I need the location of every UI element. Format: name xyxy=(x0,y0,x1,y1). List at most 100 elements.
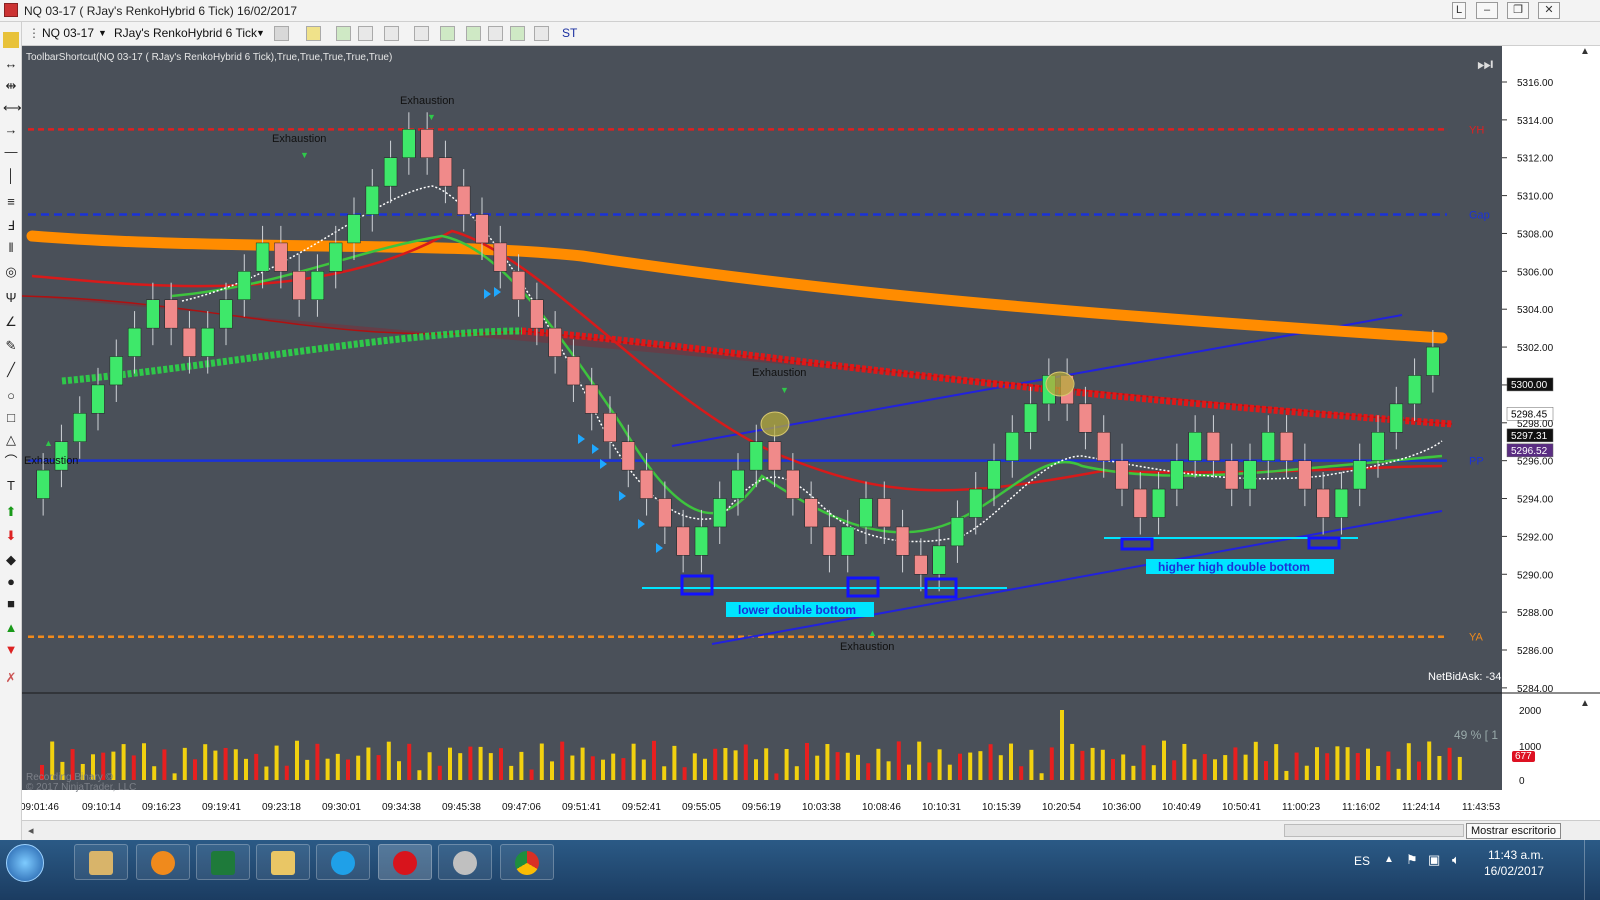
arrow-down-icon[interactable]: ⬇ xyxy=(3,528,19,544)
volume-bar xyxy=(335,753,340,780)
candle-body xyxy=(676,526,690,556)
slash-line-icon[interactable]: ╱ xyxy=(3,362,19,378)
minimize-button[interactable]: – xyxy=(1476,2,1498,19)
vertical-line-icon[interactable]: │ xyxy=(3,168,19,184)
chevron-down-icon[interactable]: ▼ xyxy=(98,28,107,38)
volume-bar xyxy=(1437,755,1442,780)
exhaustion-arrow: ▼ xyxy=(427,112,436,122)
ruler-icon[interactable]: ↔ xyxy=(3,56,19,72)
instrument-selector[interactable]: NQ 03-17 xyxy=(42,26,94,40)
taskbar-skype[interactable] xyxy=(316,844,370,880)
ray-icon[interactable]: → xyxy=(3,122,19,138)
chart-area[interactable]: YH Gap PP YA Exhaustion Exhaustion Exhaustion… xyxy=(22,46,1600,840)
scroll-left-icon[interactable]: ◂ xyxy=(28,824,34,837)
snapshot-icon[interactable] xyxy=(488,26,503,41)
volume-bar xyxy=(1100,749,1105,780)
candle-body xyxy=(658,498,672,528)
properties-icon[interactable] xyxy=(414,26,429,41)
volume-bar xyxy=(203,744,208,780)
taskbar-firefox[interactable] xyxy=(136,844,190,880)
volume-bar xyxy=(182,747,187,780)
signal-triangle xyxy=(619,491,626,501)
dollar-icon[interactable] xyxy=(510,26,525,41)
triangle-down-icon[interactable]: ▼ xyxy=(3,642,19,658)
volume-bar xyxy=(845,752,850,780)
start-button[interactable] xyxy=(6,844,44,882)
gann-icon[interactable]: ‖ xyxy=(3,240,19,256)
ninjatrader-app-icon xyxy=(4,3,18,17)
select-cursor-icon[interactable] xyxy=(384,26,399,41)
strategies-icon[interactable] xyxy=(466,26,481,41)
indicators-icon[interactable] xyxy=(440,26,455,41)
remove-drawings-icon[interactable]: ✗ xyxy=(3,670,19,686)
dot-icon[interactable]: ● xyxy=(3,574,19,590)
chevron-down-icon[interactable]: ▼ xyxy=(256,28,265,38)
zoom-in-icon[interactable] xyxy=(336,26,351,41)
horizontal-line-icon[interactable]: — xyxy=(3,144,19,160)
text-icon[interactable]: T xyxy=(3,478,19,494)
link-icon[interactable]: L xyxy=(1452,2,1466,19)
price-badge-label: 5297.31 xyxy=(1511,431,1548,442)
taskbar-opera[interactable] xyxy=(378,844,432,880)
target-icon[interactable]: ◎ xyxy=(3,264,19,280)
pencil-icon[interactable]: ✎ xyxy=(3,338,19,354)
collapse-panel-icon[interactable]: ▲ xyxy=(1580,46,1590,57)
show-hidden-icons-icon[interactable]: ▲ xyxy=(1384,854,1394,865)
price-tick-label: 5302.00 xyxy=(1517,343,1554,354)
bar-style-icon[interactable] xyxy=(274,26,289,41)
drawing-pencil-icon[interactable] xyxy=(306,26,321,41)
double-bottom-marker xyxy=(680,574,714,596)
ellipse-icon[interactable]: ○ xyxy=(3,388,19,404)
signal-triangle xyxy=(494,287,501,297)
volume-bar xyxy=(223,747,228,780)
diamond-icon[interactable]: ◆ xyxy=(3,552,19,568)
arrow-up-icon[interactable]: ⬆ xyxy=(3,504,19,520)
language-indicator[interactable]: ES xyxy=(1354,854,1370,868)
taskbar-excel[interactable] xyxy=(196,844,250,880)
rectangle-icon[interactable]: □ xyxy=(3,410,19,426)
title-bar: NQ 03-17 ( RJay's RenkoHybrid 6 Tick) 16… xyxy=(0,0,1600,22)
volume-bar xyxy=(917,741,922,780)
arc-icon[interactable]: ⌒ xyxy=(3,454,19,470)
volume-percent-label: 49 % [ 1 xyxy=(1454,728,1499,742)
chart-type-selector[interactable]: RJay's RenkoHybrid 6 Tick xyxy=(114,26,257,40)
candle-body xyxy=(237,271,251,300)
collapse-volume-icon[interactable]: ▲ xyxy=(1580,698,1590,709)
parallel-lines-icon[interactable]: ≡ xyxy=(3,194,19,210)
candle-body xyxy=(859,498,873,528)
taskbar-chrome[interactable] xyxy=(500,844,554,880)
price-tick-label: 5290.00 xyxy=(1517,570,1554,581)
taskbar-ninjatrader-app[interactable] xyxy=(74,844,128,880)
square-icon[interactable]: ■ xyxy=(3,596,19,612)
close-button[interactable]: ✕ xyxy=(1538,2,1560,19)
volume-bar xyxy=(346,759,350,780)
candle-body xyxy=(347,214,361,244)
line-icon[interactable]: ⟷ xyxy=(3,100,22,116)
volume-bar xyxy=(386,741,391,780)
action-center-icon[interactable]: ⚑ xyxy=(1406,852,1418,868)
fibonacci-icon[interactable]: Ⅎ xyxy=(3,218,19,234)
restore-button[interactable]: ❐ xyxy=(1507,2,1529,19)
st-button[interactable]: ST xyxy=(562,26,577,40)
exhaustion-label: Exhaustion xyxy=(840,641,894,653)
skip-to-end-icon[interactable]: ⏭ xyxy=(1477,54,1499,76)
zoom-out-icon[interactable] xyxy=(358,26,373,41)
triangle-icon[interactable]: △ xyxy=(3,432,19,448)
volume-icon[interactable]: 🔈︎ xyxy=(1452,852,1460,868)
copyright-watermark: © 2017 NinjaTrader, LLC xyxy=(26,782,137,793)
volume-bar xyxy=(652,740,656,780)
taskbar-ninjatrader[interactable] xyxy=(438,844,492,880)
trend-angle-icon[interactable]: ∠ xyxy=(3,314,19,330)
chart-trader-icon[interactable] xyxy=(3,32,19,48)
data-box-icon[interactable] xyxy=(534,26,549,41)
risk-reward-icon[interactable]: ⇹ xyxy=(3,78,19,94)
scroll-thumb[interactable] xyxy=(1284,824,1464,837)
horizontal-scrollbar[interactable]: ◂ Mostrar escritorio xyxy=(22,820,1600,840)
show-desktop-button[interactable] xyxy=(1584,840,1600,900)
volume-bar xyxy=(672,745,677,780)
taskbar-explorer[interactable] xyxy=(256,844,310,880)
drawing-tools-sidebar: ↔ ⇹ ⟷ → — │ ≡ Ⅎ ‖ ◎ Ψ ∠ ✎ ╱ ○ □ △ ⌒ T ⬆ … xyxy=(0,22,22,840)
pitchfork-icon[interactable]: Ψ xyxy=(3,290,19,306)
network-icon[interactable]: ▣ xyxy=(1428,852,1440,868)
triangle-up-icon[interactable]: ▲ xyxy=(3,620,19,636)
